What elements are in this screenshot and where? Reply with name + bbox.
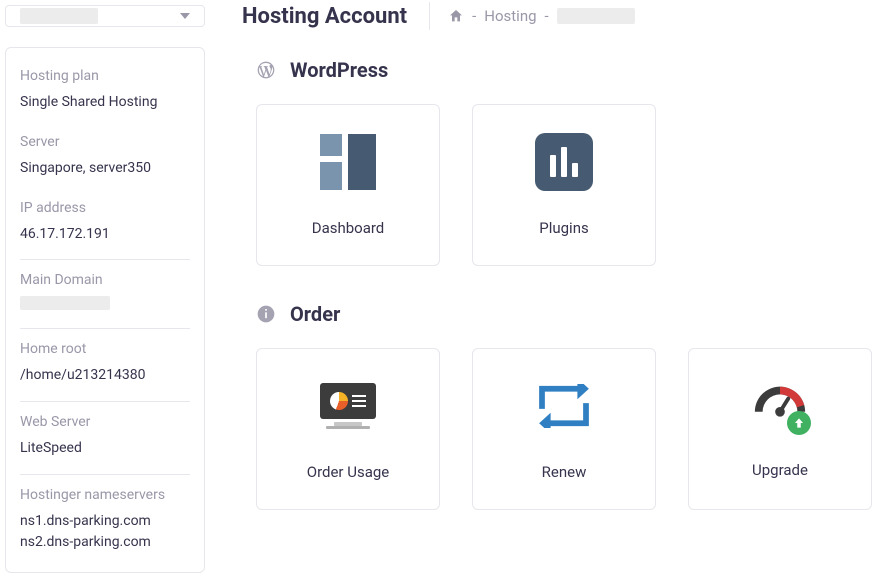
card-label: Dashboard bbox=[312, 219, 385, 237]
breadcrumb-sep: - bbox=[472, 7, 476, 25]
section-title-order: Order bbox=[290, 302, 340, 326]
section-head-wordpress: WordPress bbox=[256, 52, 883, 104]
info-value: Singapore, server350 bbox=[20, 158, 190, 180]
info-label: IP address bbox=[20, 200, 190, 224]
info-block: Home root/home/u213214380 bbox=[20, 335, 190, 402]
chevron-down-icon bbox=[180, 13, 190, 19]
info-block: IP address46.17.172.191 bbox=[20, 194, 190, 261]
info-label: Hosting plan bbox=[20, 68, 190, 92]
info-value: /home/u213214380 bbox=[20, 365, 190, 387]
upgrade-badge-icon bbox=[787, 411, 811, 435]
info-value: ns1.dns-parking.com bbox=[20, 511, 190, 533]
breadcrumb-current-redacted bbox=[557, 8, 635, 24]
dropdown-selected-redacted bbox=[20, 8, 98, 24]
info-value: Single Shared Hosting bbox=[20, 92, 190, 114]
card-label: Renew bbox=[542, 463, 587, 481]
page-title: Hosting Account bbox=[242, 4, 407, 29]
upgrade-icon bbox=[751, 379, 809, 433]
card-dashboard[interactable]: Dashboard bbox=[256, 104, 440, 266]
card-label: Order Usage bbox=[307, 463, 390, 481]
info-value: ns2.dns-parking.com bbox=[20, 532, 190, 554]
info-block: Hostinger nameserversns1.dns-parking.com… bbox=[20, 481, 190, 568]
info-block: Main Domain bbox=[20, 266, 190, 329]
info-value: 46.17.172.191 bbox=[20, 224, 190, 246]
info-label: Web Server bbox=[20, 414, 190, 438]
card-upgrade[interactable]: Upgrade bbox=[688, 348, 872, 510]
page-header: Hosting Account - Hosting - bbox=[242, 2, 889, 52]
card-label: Upgrade bbox=[752, 461, 808, 479]
dashboard-icon bbox=[319, 133, 377, 191]
wordpress-icon bbox=[256, 60, 276, 80]
card-label: Plugins bbox=[539, 219, 588, 237]
plugins-icon bbox=[535, 133, 593, 191]
renew-icon bbox=[535, 377, 593, 435]
account-info-card: Hosting planSingle Shared HostingServerS… bbox=[5, 47, 205, 573]
section-title-wordpress: WordPress bbox=[290, 58, 388, 82]
info-label: Home root bbox=[20, 341, 190, 365]
account-selector-dropdown[interactable] bbox=[5, 5, 205, 27]
breadcrumb-sep: - bbox=[545, 7, 549, 25]
info-label: Hostinger nameservers bbox=[20, 487, 190, 511]
info-block: Web ServerLiteSpeed bbox=[20, 408, 190, 475]
info-block: Hosting planSingle Shared Hosting bbox=[20, 62, 190, 128]
section-head-order: Order bbox=[256, 296, 883, 348]
breadcrumb: - Hosting - bbox=[429, 2, 635, 30]
info-value-redacted bbox=[20, 296, 110, 310]
order-usage-icon bbox=[319, 377, 377, 435]
card-order-usage[interactable]: Order Usage bbox=[256, 348, 440, 510]
info-label: Server bbox=[20, 134, 190, 158]
card-renew[interactable]: Renew bbox=[472, 348, 656, 510]
info-icon bbox=[256, 304, 276, 324]
breadcrumb-hosting[interactable]: Hosting bbox=[484, 7, 536, 25]
card-plugins[interactable]: Plugins bbox=[472, 104, 656, 266]
info-value: LiteSpeed bbox=[20, 438, 190, 460]
info-label: Main Domain bbox=[20, 272, 190, 296]
home-icon[interactable] bbox=[448, 8, 464, 24]
info-block: ServerSingapore, server350 bbox=[20, 128, 190, 194]
